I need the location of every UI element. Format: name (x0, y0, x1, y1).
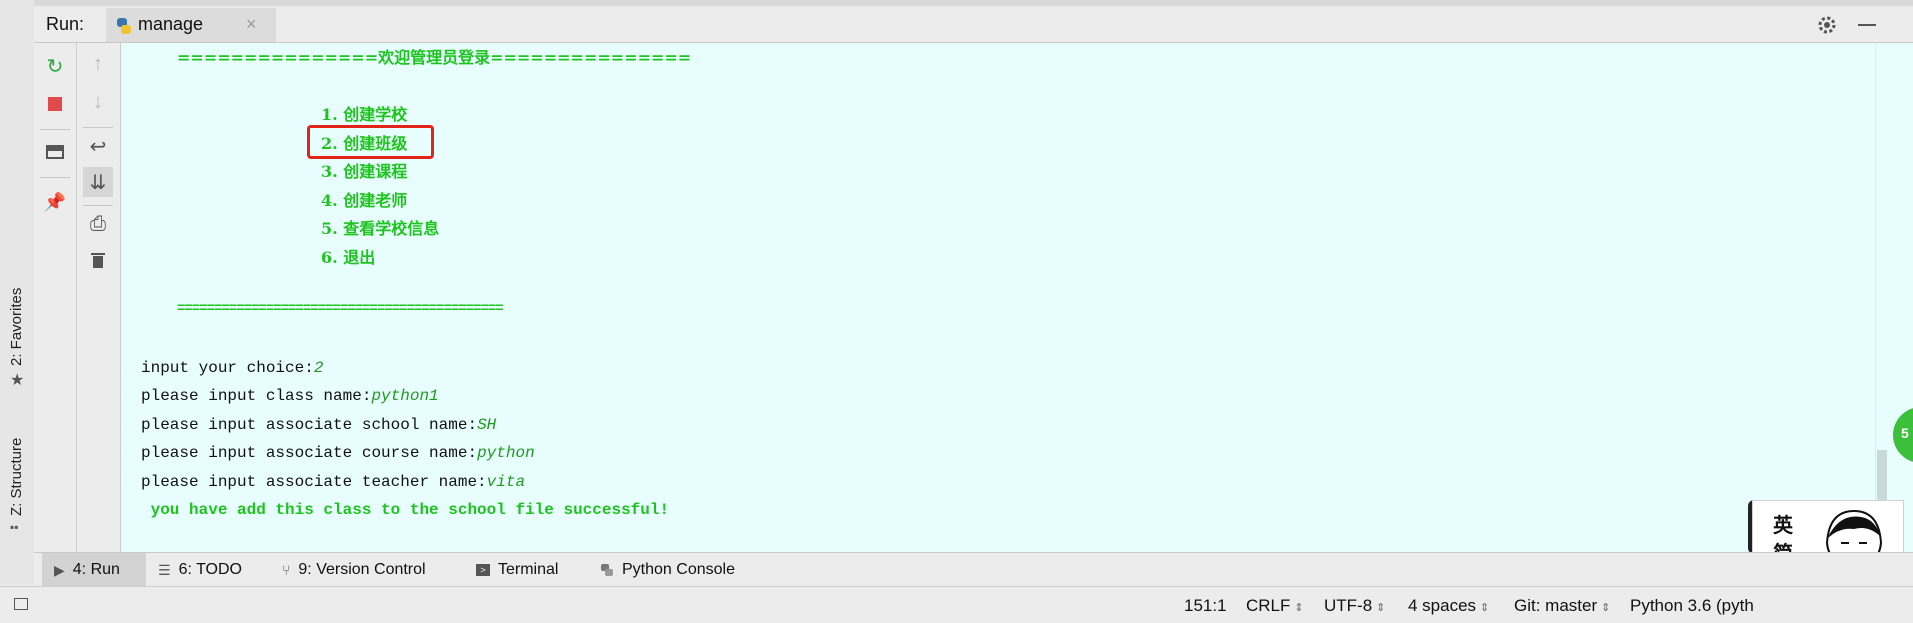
io-prompt: please input associate course name: (141, 444, 478, 462)
structure-tab-label: Z: Structure (8, 437, 25, 516)
menu-item: 5. 查看学校信息 (321, 219, 440, 238)
banner-bottom: ========================================… (177, 301, 504, 317)
io-prompt: please input associate school name: (141, 416, 478, 434)
updown-icon: ⇕ (1294, 602, 1304, 614)
indent-label: 4 spaces (1408, 596, 1477, 615)
bottom-tab-label: Terminal (498, 561, 559, 578)
io-prompt: please input class name: (141, 387, 372, 405)
bottom-tab-run[interactable]: ▶ 4: Run (42, 553, 146, 587)
sticker-char: 英 (1773, 513, 1793, 537)
run-toolbar-primary: ↻ 📌 (34, 43, 77, 552)
io-input: python (477, 444, 535, 462)
run-tab-title: manage (138, 14, 204, 34)
structure-icon: ▪▪ (10, 520, 19, 534)
bottom-tab-terminal[interactable]: > Terminal (476, 553, 558, 587)
print-icon[interactable]: ⎙ (85, 211, 111, 237)
vcs-branch-label: Git: master (1514, 596, 1598, 615)
toolbar-separator (40, 177, 70, 178)
io-line: please input associate teacher name:vita (141, 473, 525, 491)
menu-item: 6. 退出 (321, 248, 376, 267)
io-input: 2 (313, 359, 324, 377)
badge-label: 5 (1901, 425, 1909, 441)
favorites-tab-label: 2: Favorites (8, 287, 25, 366)
updown-icon: ⇕ (1480, 602, 1490, 614)
left-tool-strip: ★ 2: Favorites ▪▪ Z: Structure (0, 0, 35, 584)
vcs-branch-selector[interactable]: Git: master ⇕ (1514, 596, 1610, 616)
list-icon: ☰ (158, 561, 171, 578)
toolbar-separator (83, 127, 113, 128)
tool-window-bar: ▶ 4: Run ☰ 6: TODO ⑂ 9: Version Control … (34, 552, 1913, 587)
up-arrow-icon[interactable]: ↑ (85, 51, 111, 77)
bottom-tab-label: 4: Run (72, 561, 120, 578)
run-config-tab[interactable]: manage × (106, 8, 276, 42)
stop-icon[interactable] (42, 91, 68, 117)
python-console-icon (601, 564, 613, 576)
io-line: please input associate school name:SH (141, 416, 496, 434)
io-line: input your choice:2 (141, 359, 323, 377)
run-icon: ▶ (54, 561, 65, 578)
bottom-tab-label: 6: TODO (178, 561, 242, 578)
bottom-tab-version-control[interactable]: ⑂ 9: Version Control (282, 553, 426, 587)
line-separator-label: CRLF (1246, 596, 1291, 615)
status-bar: 151:1 CRLF ⇕ UTF-8 ⇕ 4 spaces ⇕ Git: master… (0, 586, 1913, 621)
close-icon[interactable]: × (246, 14, 257, 35)
io-prompt: please input associate teacher name: (141, 473, 487, 491)
bottom-tab-python-console[interactable]: Python Console (600, 553, 735, 587)
toolbar-separator (40, 129, 70, 130)
io-line: please input class name:python1 (141, 387, 439, 405)
io-prompt: input your choice: (141, 359, 314, 377)
python-icon (117, 18, 131, 34)
console-output[interactable]: ===============欢迎管理员登录=============== 1.… (121, 43, 1875, 552)
encoding-selector[interactable]: UTF-8 ⇕ (1324, 596, 1385, 616)
banner-top: ===============欢迎管理员登录=============== (177, 48, 692, 67)
indent-selector[interactable]: 4 spaces ⇕ (1408, 596, 1489, 616)
highlight-annotation (307, 125, 434, 159)
layout-icon[interactable] (42, 139, 68, 165)
minimize-icon[interactable] (1858, 24, 1876, 26)
trash-icon[interactable] (85, 247, 111, 273)
structure-tab[interactable]: ▪▪ Z: Structure (4, 420, 30, 540)
updown-icon: ⇕ (1376, 602, 1386, 614)
menu-item: 3. 创建课程 (321, 162, 408, 181)
favorites-tab[interactable]: ★ 2: Favorites (4, 280, 30, 390)
star-icon: ★ (10, 372, 25, 389)
io-input: python1 (371, 387, 439, 405)
io-input: SH (477, 416, 497, 434)
scroll-to-end-icon[interactable]: ⇊ (83, 167, 113, 197)
toolbar-separator (83, 205, 113, 206)
toggle-tool-windows-icon[interactable] (14, 598, 28, 610)
caret-position[interactable]: 151:1 (1184, 596, 1227, 616)
io-line: please input associate course name:pytho… (141, 444, 535, 462)
line-separator-selector[interactable]: CRLF ⇕ (1246, 596, 1304, 616)
encoding-label: UTF-8 (1324, 596, 1373, 615)
interpreter-selector[interactable]: Python 3.6 (pyth (1630, 596, 1754, 616)
gear-icon[interactable] (1816, 14, 1838, 36)
menu-item: 1. 创建学校 (321, 105, 408, 124)
updown-icon: ⇕ (1601, 602, 1611, 614)
run-label: Run: (46, 14, 85, 34)
menu-item: 4. 创建老师 (321, 191, 408, 210)
success-message: you have add this class to the school fi… (141, 501, 670, 519)
down-arrow-icon[interactable]: ↓ (85, 89, 111, 115)
rerun-icon[interactable]: ↻ (42, 53, 68, 79)
run-toolbar-secondary: ↑ ↓ ↩ ⇊ ⎙ (77, 43, 121, 552)
soft-wrap-icon[interactable]: ↩ (85, 133, 111, 159)
bottom-tab-label: Python Console (622, 561, 735, 578)
pin-icon[interactable]: 📌 (42, 189, 68, 215)
bottom-tab-todo[interactable]: ☰ 6: TODO (158, 553, 242, 587)
branch-icon: ⑂ (282, 562, 291, 578)
bottom-tab-label: 9: Version Control (298, 561, 426, 578)
run-header: Run: manage × (34, 6, 1913, 43)
terminal-icon: > (476, 564, 490, 576)
io-input: vita (486, 473, 526, 491)
